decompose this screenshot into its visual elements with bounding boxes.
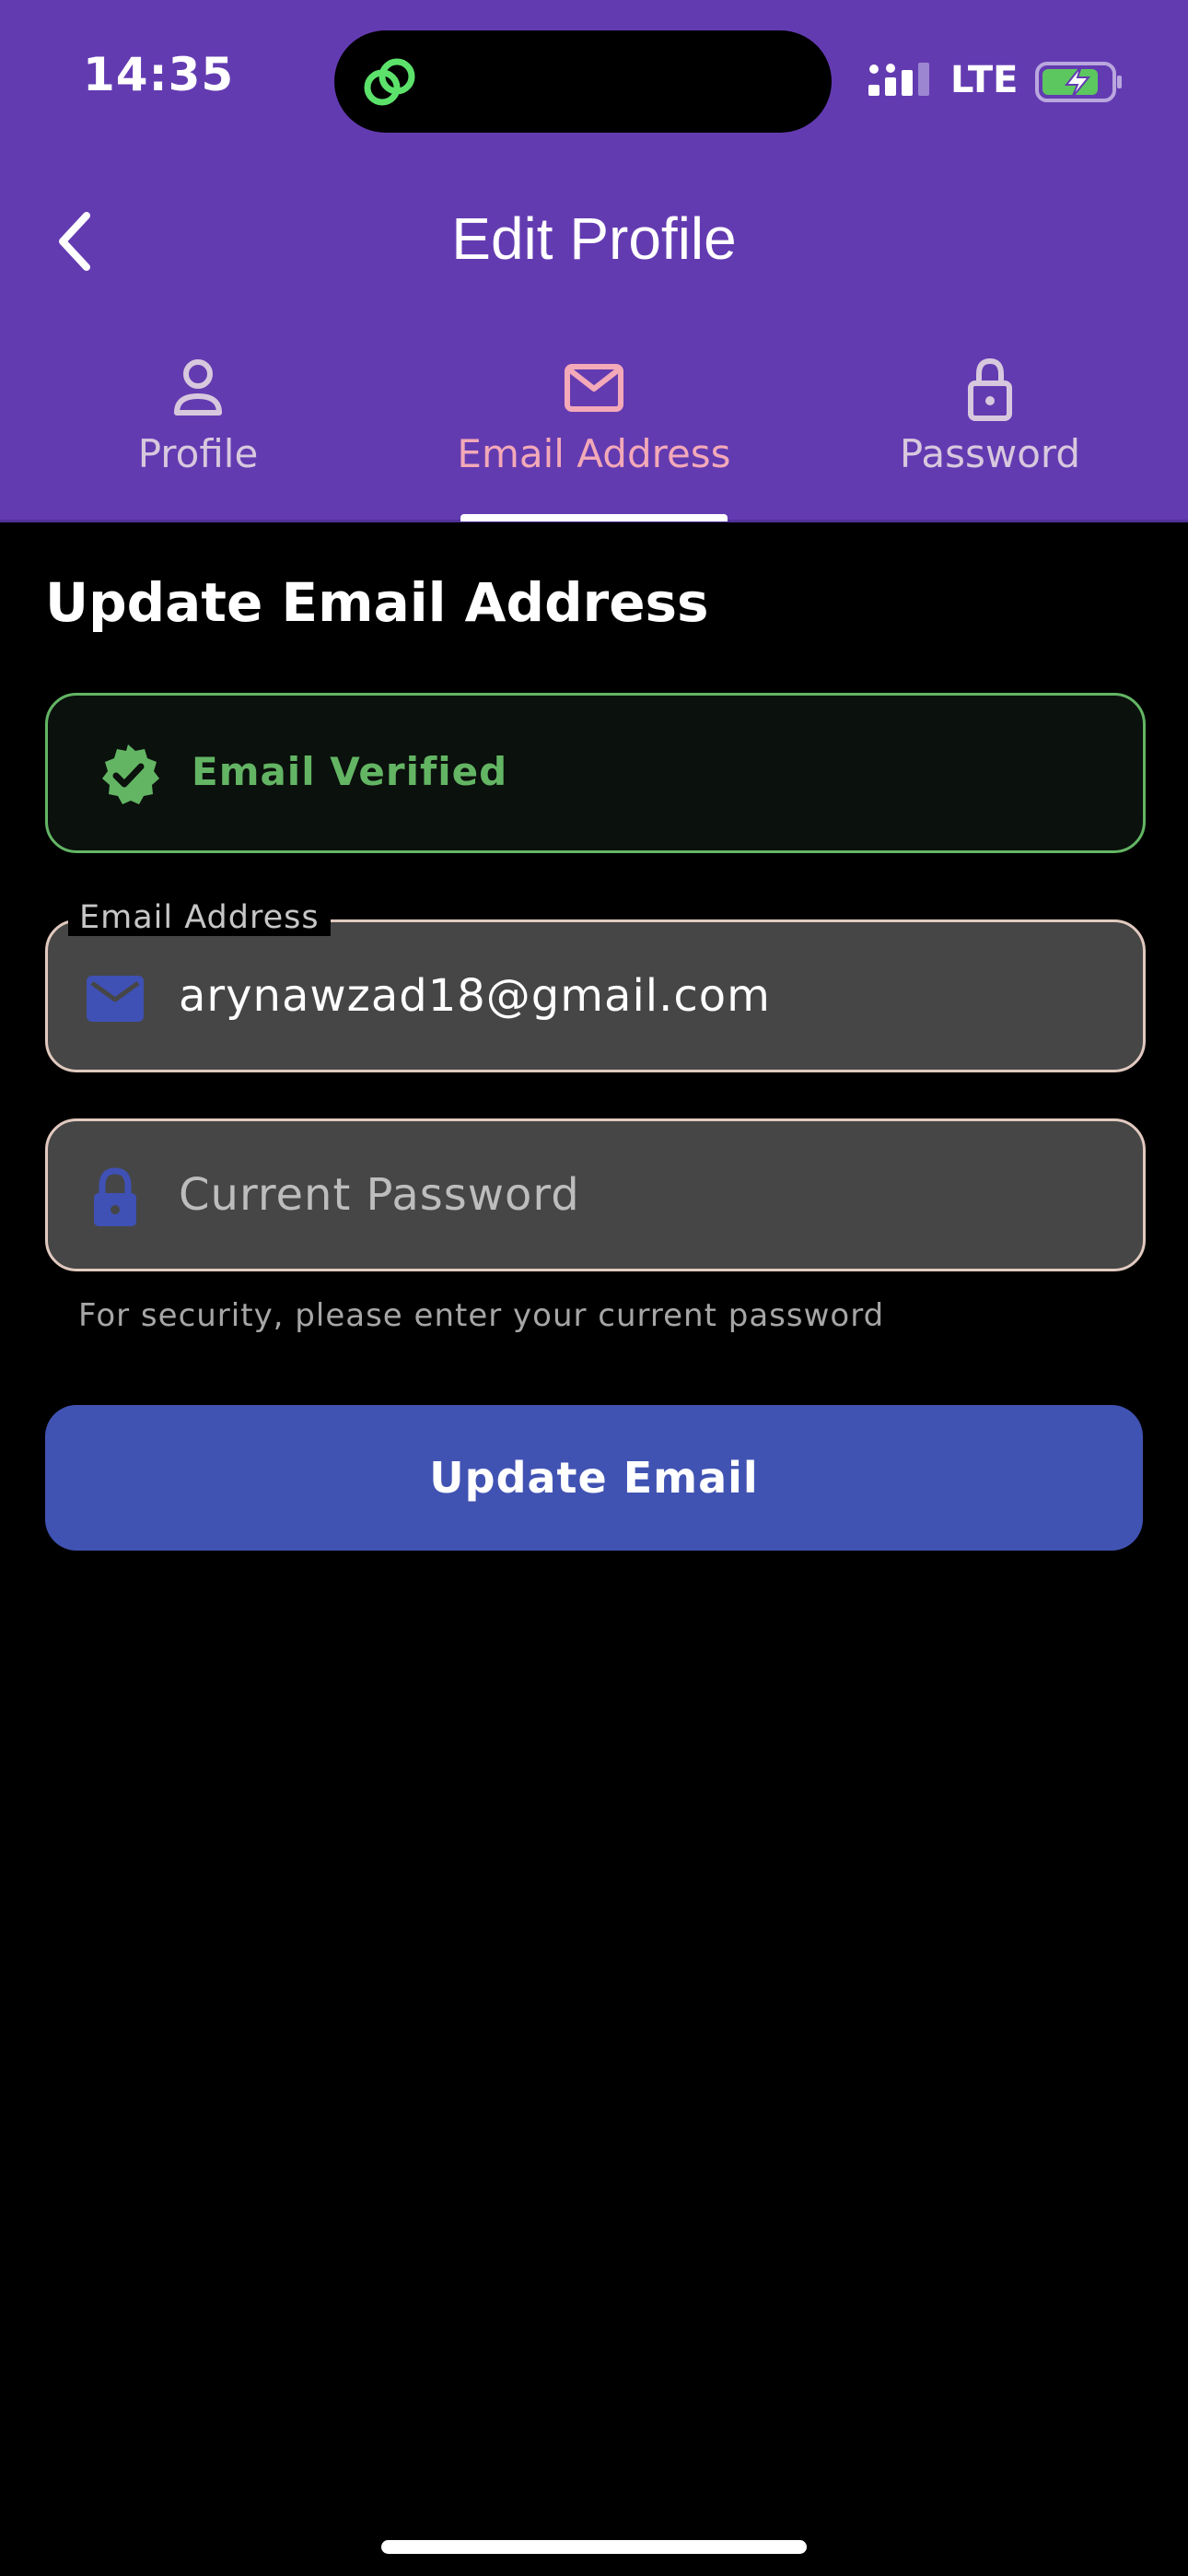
lock-icon [94,1167,136,1226]
tab-label: Profile [137,431,259,476]
verified-text: Email Verified [192,749,508,794]
app-header: 14:35 LTE Edit Profile Profile Email Add… [0,0,1188,522]
person-icon [174,359,222,416]
battery-charging-icon [1035,62,1122,102]
envelope-icon [565,364,623,412]
current-password-field [45,1118,1146,1271]
status-time: 14:35 [83,48,235,101]
password-helper-text: For security, please enter your current … [78,1297,885,1334]
network-type: LTE [950,59,1019,101]
tab-label: Password [899,431,1081,476]
email-input[interactable] [179,950,1100,1042]
email-field-label: Email Address [68,899,331,936]
page-title: Edit Profile [451,205,737,272]
lock-icon [968,357,1012,421]
tab-password[interactable]: Password [792,354,1188,520]
cellular-signal-icon [868,63,929,96]
email-verified-banner: Email Verified [45,693,1146,853]
section-title: Update Email Address [45,571,709,634]
tab-email-address[interactable]: Email Address [396,354,792,520]
tab-profile[interactable]: Profile [0,354,396,520]
verified-badge-icon [102,744,159,804]
active-tab-indicator [460,514,728,521]
update-email-button[interactable]: Update Email [45,1405,1143,1551]
current-password-input[interactable] [179,1149,1100,1241]
email-field [45,919,1146,1072]
linked-rings-icon [364,58,415,106]
home-indicator[interactable] [381,2540,807,2554]
edit-profile-screen: 14:35 LTE Edit Profile Profile Email Add… [0,0,1188,2576]
tab-label: Email Address [457,431,731,476]
mail-icon [87,976,144,1022]
dynamic-island [334,30,832,133]
